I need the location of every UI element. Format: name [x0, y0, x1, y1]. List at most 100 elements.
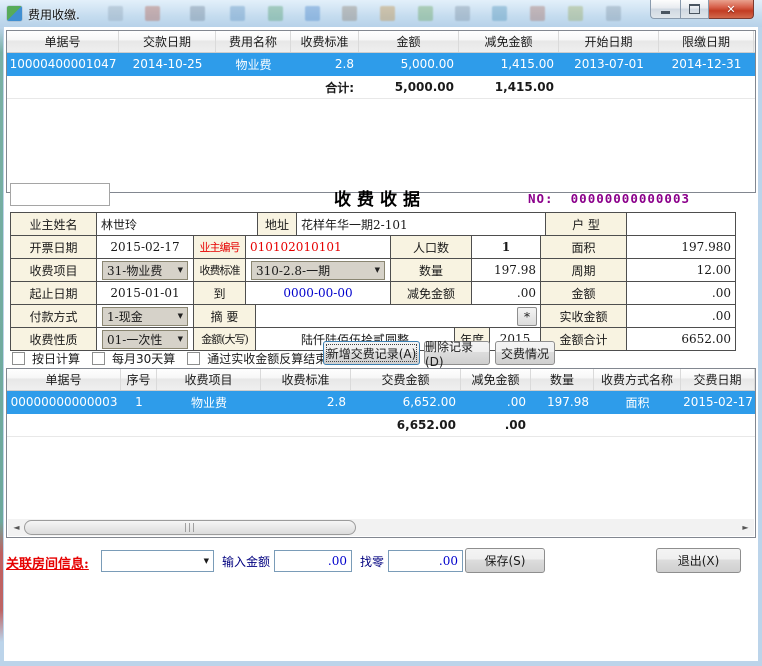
cell: [216, 76, 291, 98]
form-row: 付款方式 1-现金▼ 摘 要 * 实收金额 .00: [11, 305, 735, 328]
form-row: 收费项目 31-物业费▼ 收费标准 310-2.8-一期▼ 数量 197.98 …: [11, 259, 735, 282]
ghost-toolbar-icon: [568, 6, 583, 21]
room-info-dropdown[interactable]: ▼: [101, 550, 214, 572]
population-value: 1: [472, 236, 541, 258]
cell: [121, 414, 157, 436]
scroll-right-arrow[interactable]: ►: [737, 519, 754, 536]
close-button[interactable]: ✕: [709, 0, 754, 19]
input-amount-field[interactable]: [274, 550, 352, 572]
scroll-left-arrow[interactable]: ◄: [8, 519, 25, 536]
fee-item-cell: 31-物业费 ▼: [97, 259, 194, 281]
cell: 00000000000003: [7, 391, 121, 413]
cell: [7, 414, 121, 436]
add-payment-record-button[interactable]: 新增交费记录(A): [323, 341, 420, 365]
cell: .00: [461, 391, 531, 413]
cell: [7, 76, 119, 98]
fee-item-label: 收费项目: [11, 259, 97, 281]
table-row-selected[interactable]: 00000000000003 1 物业费 2.8 6,652.00 .00 19…: [7, 391, 755, 414]
receipt-form: 业主姓名 林世玲 地址 花样年华一期2-101 户 型 开票日期 2015-02…: [10, 212, 736, 351]
cell: 面积: [594, 391, 681, 413]
column-header: 单据号: [7, 369, 121, 390]
quantity-label: 数量: [391, 259, 472, 281]
calculation-options: 按日计算 每月30天算 通过实收金额反算结束日期: [12, 350, 359, 367]
amount-label: 金额: [541, 282, 627, 304]
fee-std-value: 310-2.8-一期: [256, 262, 330, 279]
pending-bills-header-row: 单据号 交款日期 费用名称 收费标准 金额 减免金额 开始日期 限缴日期: [7, 31, 755, 53]
receipt-search-input[interactable]: [10, 183, 110, 206]
checkbox-daily-calc[interactable]: [12, 352, 25, 365]
total-amount: 5,000.00: [359, 76, 459, 98]
receipt-number: NO: 00000000000003: [528, 191, 690, 206]
payment-records-grid: 单据号 序号 收费项目 收费标准 交费金额 减免金额 数量 收费方式名称 交费日…: [6, 368, 756, 538]
minimize-button[interactable]: [650, 0, 680, 19]
horizontal-scrollbar[interactable]: ◄ ||| ►: [8, 519, 754, 536]
window-title: 费用收缴.: [28, 6, 80, 23]
checkbox-30day-month[interactable]: [92, 352, 105, 365]
fee-std-cell: 310-2.8-一期 ▼: [246, 259, 391, 281]
left-frame-edge: [0, 27, 3, 661]
ghost-toolbar-icon: [418, 6, 433, 21]
cell: 5,000.00: [359, 53, 459, 75]
population-label: 人口数: [391, 236, 472, 258]
cell: 2013-07-01: [559, 53, 659, 75]
date-range-label: 起止日期: [11, 282, 97, 304]
chevron-down-icon: ▼: [375, 266, 380, 274]
fee-collection-window: 费用收缴. ✕ 单据号 交款日期 费用名称 收费标准 金额 减免金额 开: [0, 0, 762, 666]
column-header: 交款日期: [119, 31, 216, 52]
discount-label: 减免金额: [391, 282, 472, 304]
scrollbar-thumb[interactable]: |||: [24, 520, 356, 535]
discount-value: .00: [472, 282, 541, 304]
cell: 2014-12-31: [659, 53, 754, 75]
delete-record-button[interactable]: 删除记录(D): [424, 341, 490, 365]
payment-dropdown[interactable]: 1-现金 ▼: [102, 307, 188, 326]
save-button[interactable]: 保存(S): [465, 548, 545, 573]
period-value: 12.00: [627, 259, 735, 281]
column-header: 收费项目: [157, 369, 261, 390]
window-controls: ✕: [650, 0, 754, 19]
chevron-down-icon: ▼: [178, 266, 183, 274]
change-field[interactable]: [388, 550, 463, 572]
summary-lookup-button[interactable]: *: [517, 307, 537, 326]
maximize-icon: [689, 4, 700, 14]
ghost-toolbar-icon: [268, 6, 283, 21]
maximize-button[interactable]: [680, 0, 709, 19]
fee-std-label: 收费标准: [194, 259, 246, 281]
date-from-value[interactable]: 2015-01-01: [97, 282, 194, 304]
nature-dropdown[interactable]: 01-一次性▼: [102, 330, 188, 349]
cell: 1,415.00: [459, 53, 559, 75]
received-value: .00: [627, 305, 735, 327]
cell: 10000400001047: [7, 53, 119, 75]
cell: [681, 414, 755, 436]
checkbox-back-calc-end-date[interactable]: [187, 352, 200, 365]
form-row: 业主姓名 林世玲 地址 花样年华一期2-101 户 型: [11, 213, 735, 236]
ghost-toolbar-icon: [230, 6, 245, 21]
column-header: 限缴日期: [659, 31, 754, 52]
app-icon: [7, 6, 22, 21]
ghost-toolbar-icon: [380, 6, 395, 21]
fee-item-dropdown[interactable]: 31-物业费 ▼: [102, 261, 188, 280]
fee-item-value: 31-物业费: [107, 262, 162, 279]
column-header: 单据号: [7, 31, 119, 52]
form-row: 起止日期 2015-01-01 到 0000-00-00 减免金额 .00 金额…: [11, 282, 735, 305]
payment-value: 1-现金: [107, 308, 143, 325]
column-header: 数量: [531, 369, 594, 390]
table-row-selected[interactable]: 10000400001047 2014-10-25 物业费 2.8 5,000.…: [7, 53, 755, 76]
total-discount: 1,415.00: [459, 76, 559, 98]
payment-cell: 1-现金 ▼: [97, 305, 194, 327]
ghost-toolbar-icon: [492, 6, 507, 21]
amount-total-value: 6652.00: [627, 328, 735, 350]
owner-name-label: 业主姓名: [11, 213, 97, 235]
received-label: 实收金额: [541, 305, 627, 327]
checkbox-label: 按日计算: [32, 350, 80, 367]
ghost-toolbar-icon: [455, 6, 470, 21]
fee-std-dropdown[interactable]: 310-2.8-一期 ▼: [251, 261, 385, 280]
exit-button[interactable]: 退出(X): [656, 548, 741, 573]
ghost-toolbar-icon: [108, 6, 123, 21]
column-header: 减免金额: [459, 31, 559, 52]
cell: 2015-02-17: [681, 391, 755, 413]
cell: [531, 414, 594, 436]
date-to-value[interactable]: 0000-00-00: [246, 282, 391, 304]
payment-status-button[interactable]: 交费情况: [495, 341, 555, 365]
input-amount-label: 输入金额: [222, 553, 270, 570]
chevron-down-icon: ▼: [178, 312, 183, 320]
